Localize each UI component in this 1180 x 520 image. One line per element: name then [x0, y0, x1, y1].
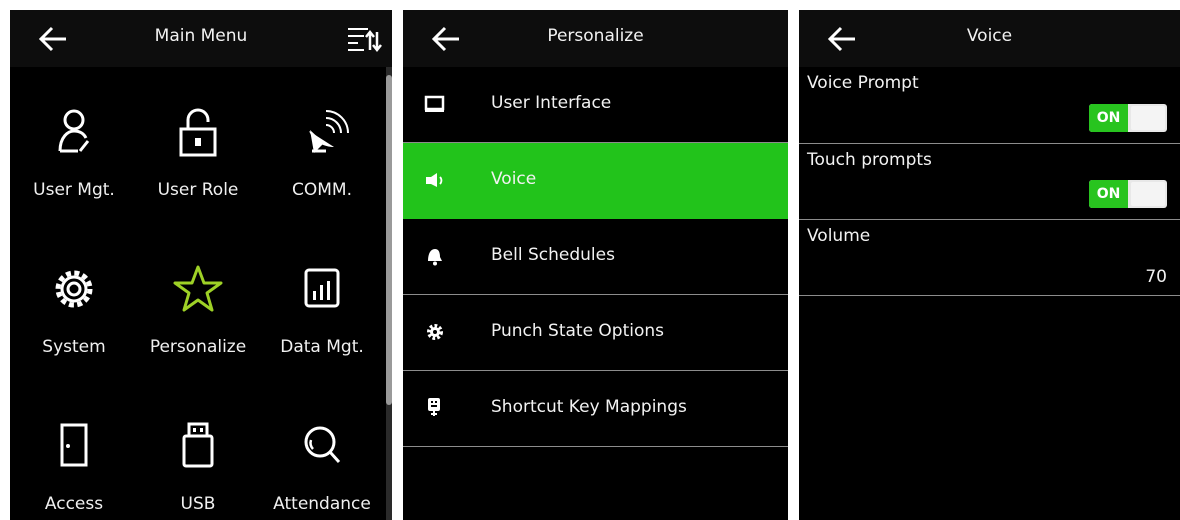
menu-item-access[interactable]: Access — [10, 381, 138, 520]
list-item-user-interface[interactable]: User Interface — [403, 67, 788, 143]
menu-item-label: Data Mgt. — [280, 337, 364, 357]
list-item-label: Voice — [491, 169, 537, 189]
volume-value: 70 — [1145, 267, 1167, 287]
toggle-knob — [1131, 182, 1165, 206]
touch-prompts-setting: Touch prompts ON — [799, 144, 1180, 220]
scrollbar[interactable] — [386, 67, 392, 520]
list-item-voice[interactable]: Voice — [403, 143, 788, 219]
satellite-dish-icon — [309, 110, 349, 153]
scrollbar-thumb[interactable] — [386, 75, 392, 405]
sort-icon[interactable] — [346, 24, 382, 54]
toggle-state-text: ON — [1089, 180, 1128, 208]
menu-item-label: User Role — [157, 180, 239, 200]
main-menu-header: Main Menu — [10, 10, 392, 67]
door-icon — [60, 423, 88, 467]
voice-header: Voice — [799, 10, 1180, 67]
list-item-label: User Interface — [491, 93, 612, 113]
menu-item-label: Personalize — [149, 337, 247, 357]
toggle-knob — [1131, 106, 1165, 130]
voice-screen: Voice Voice Prompt ON Touch prompts ON V… — [799, 10, 1180, 520]
voice-prompt-label: Voice Prompt — [807, 73, 919, 93]
menu-item-label: Access — [44, 494, 104, 514]
menu-item-personalize[interactable]: Personalize — [134, 224, 262, 374]
voice-title: Voice — [966, 26, 1013, 46]
gear-icon — [55, 270, 93, 308]
menu-item-user-mgt[interactable]: User Mgt. — [10, 67, 138, 217]
star-icon — [173, 265, 223, 312]
menu-item-data-mgt[interactable]: Data Mgt. — [258, 224, 386, 374]
list-item-label: Shortcut Key Mappings — [491, 397, 687, 417]
bell-icon — [428, 249, 442, 266]
menu-item-label: COMM. — [292, 180, 352, 200]
menu-item-label: USB — [180, 494, 216, 514]
list-item-label: Punch State Options — [491, 321, 665, 341]
toggle-state-text: ON — [1089, 104, 1128, 132]
lock-icon — [179, 108, 217, 157]
list-item-punch-state-options[interactable]: Punch State Options — [403, 295, 788, 371]
usb-icon — [182, 422, 214, 468]
volume-setting[interactable]: Volume 70 — [799, 220, 1180, 296]
menu-item-user-role[interactable]: User Role — [134, 67, 262, 217]
list-item-bell-schedules[interactable]: Bell Schedules — [403, 219, 788, 295]
touch-prompts-label: Touch prompts — [807, 150, 932, 170]
voice-prompt-setting: Voice Prompt ON — [799, 67, 1180, 144]
main-menu-title: Main Menu — [154, 26, 248, 46]
touch-prompts-toggle[interactable]: ON — [1089, 180, 1167, 208]
personalize-header: Personalize — [403, 10, 788, 67]
menu-item-usb[interactable]: USB — [134, 381, 262, 520]
speaker-icon — [426, 173, 443, 187]
menu-item-system[interactable]: System — [10, 224, 138, 374]
personalize-screen: Personalize User Interface Voice Bell Sc… — [403, 10, 788, 520]
personalize-title: Personalize — [547, 26, 644, 46]
main-menu-screen: Main Menu User Mgt. User Role COMM. Syst… — [10, 10, 392, 520]
keypad-icon — [428, 398, 440, 416]
volume-label: Volume — [807, 226, 871, 246]
monitor-icon — [424, 95, 445, 112]
search-icon — [304, 426, 341, 464]
menu-item-label: User Mgt. — [33, 180, 115, 200]
bar-chart-icon — [304, 268, 340, 308]
voice-prompt-toggle[interactable]: ON — [1089, 104, 1167, 132]
menu-item-label: Attendance — [273, 494, 371, 514]
user-icon — [58, 109, 90, 153]
gear-icon — [427, 324, 443, 340]
menu-item-comm[interactable]: COMM. — [258, 67, 386, 217]
menu-item-attendance[interactable]: Attendance — [258, 381, 386, 520]
list-item-label: Bell Schedules — [491, 245, 615, 265]
menu-item-label: System — [42, 337, 106, 357]
list-item-shortcut-key-mappings[interactable]: Shortcut Key Mappings — [403, 371, 788, 447]
